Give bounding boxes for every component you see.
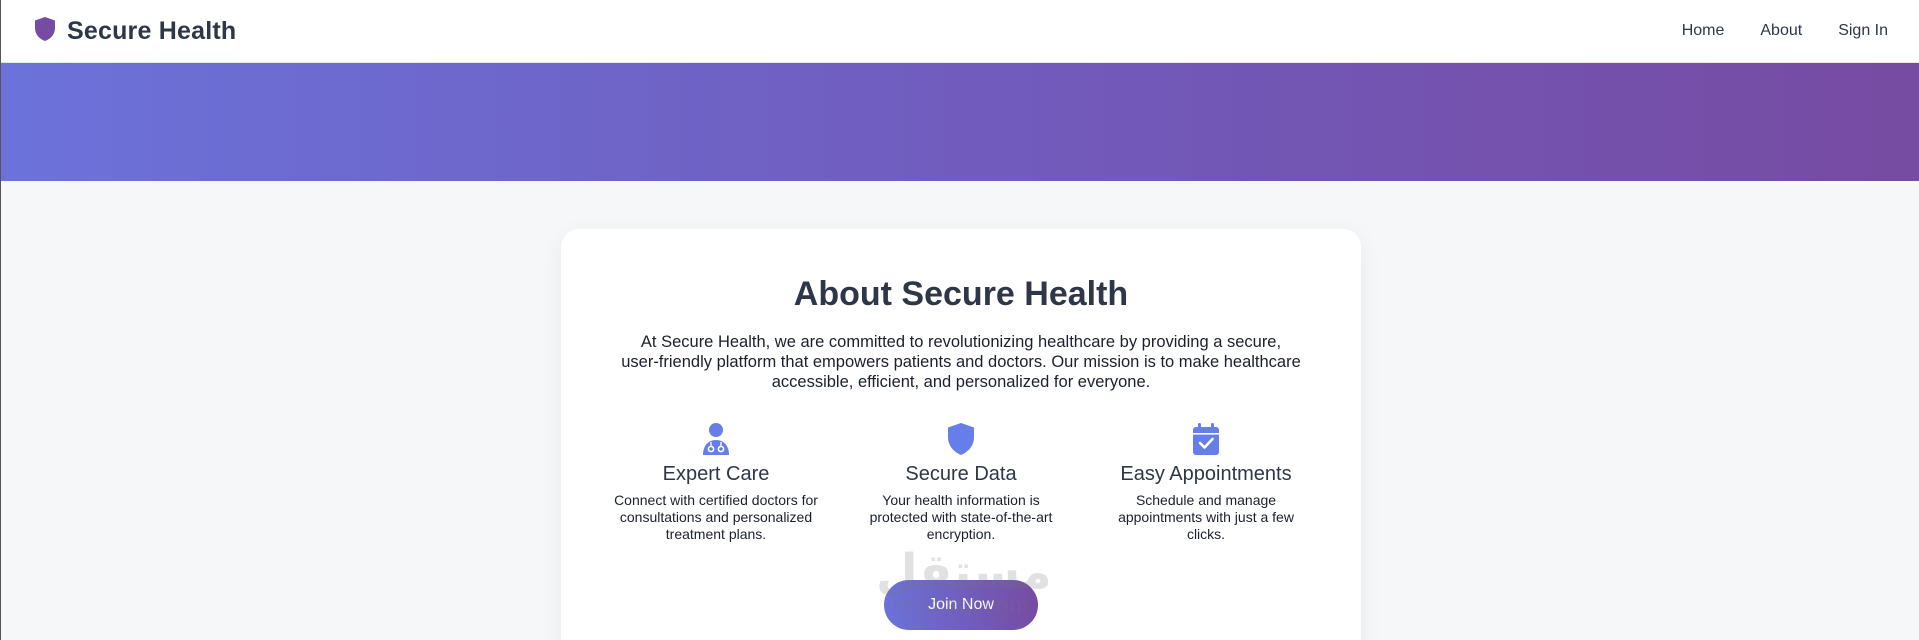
- hero-banner: [1, 63, 1919, 181]
- nav-links: Home About Sign In: [1682, 22, 1888, 40]
- feature-title: Secure Data: [905, 463, 1017, 485]
- navbar: Secure Health Home About Sign In: [1, 0, 1919, 63]
- about-card: About Secure Health At Secure Health, we…: [561, 229, 1361, 640]
- about-title: About Secure Health: [793, 275, 1129, 313]
- calendar-check-icon: [1189, 421, 1223, 457]
- nav-link-sign-in[interactable]: Sign In: [1838, 22, 1888, 40]
- nav-link-about[interactable]: About: [1760, 22, 1802, 40]
- brand-name: Secure Health: [67, 16, 237, 45]
- feature-text: Your health information is protected wit…: [869, 492, 1053, 542]
- features: Expert Care Connect with certified docto…: [601, 421, 1321, 543]
- join-now-button[interactable]: Join Now: [884, 580, 1038, 630]
- about-description: At Secure Health, we are committed to re…: [621, 333, 1301, 391]
- feature-title: Expert Care: [662, 463, 770, 485]
- feature-expert-care: Expert Care Connect with certified docto…: [601, 421, 831, 543]
- feature-text: Connect with certified doctors for consu…: [614, 492, 818, 542]
- shield-icon: [33, 16, 57, 47]
- feature-easy-appointments: Easy Appointments Schedule and manage ap…: [1091, 421, 1321, 543]
- doctor-icon: [699, 421, 733, 457]
- feature-title: Easy Appointments: [1120, 463, 1292, 485]
- feature-text: Schedule and manage appointments with ju…: [1118, 492, 1294, 542]
- feature-secure-data: Secure Data Your health information is p…: [846, 421, 1076, 543]
- brand[interactable]: Secure Health: [33, 16, 236, 47]
- nav-link-home[interactable]: Home: [1682, 22, 1725, 40]
- shield-icon: [944, 421, 978, 457]
